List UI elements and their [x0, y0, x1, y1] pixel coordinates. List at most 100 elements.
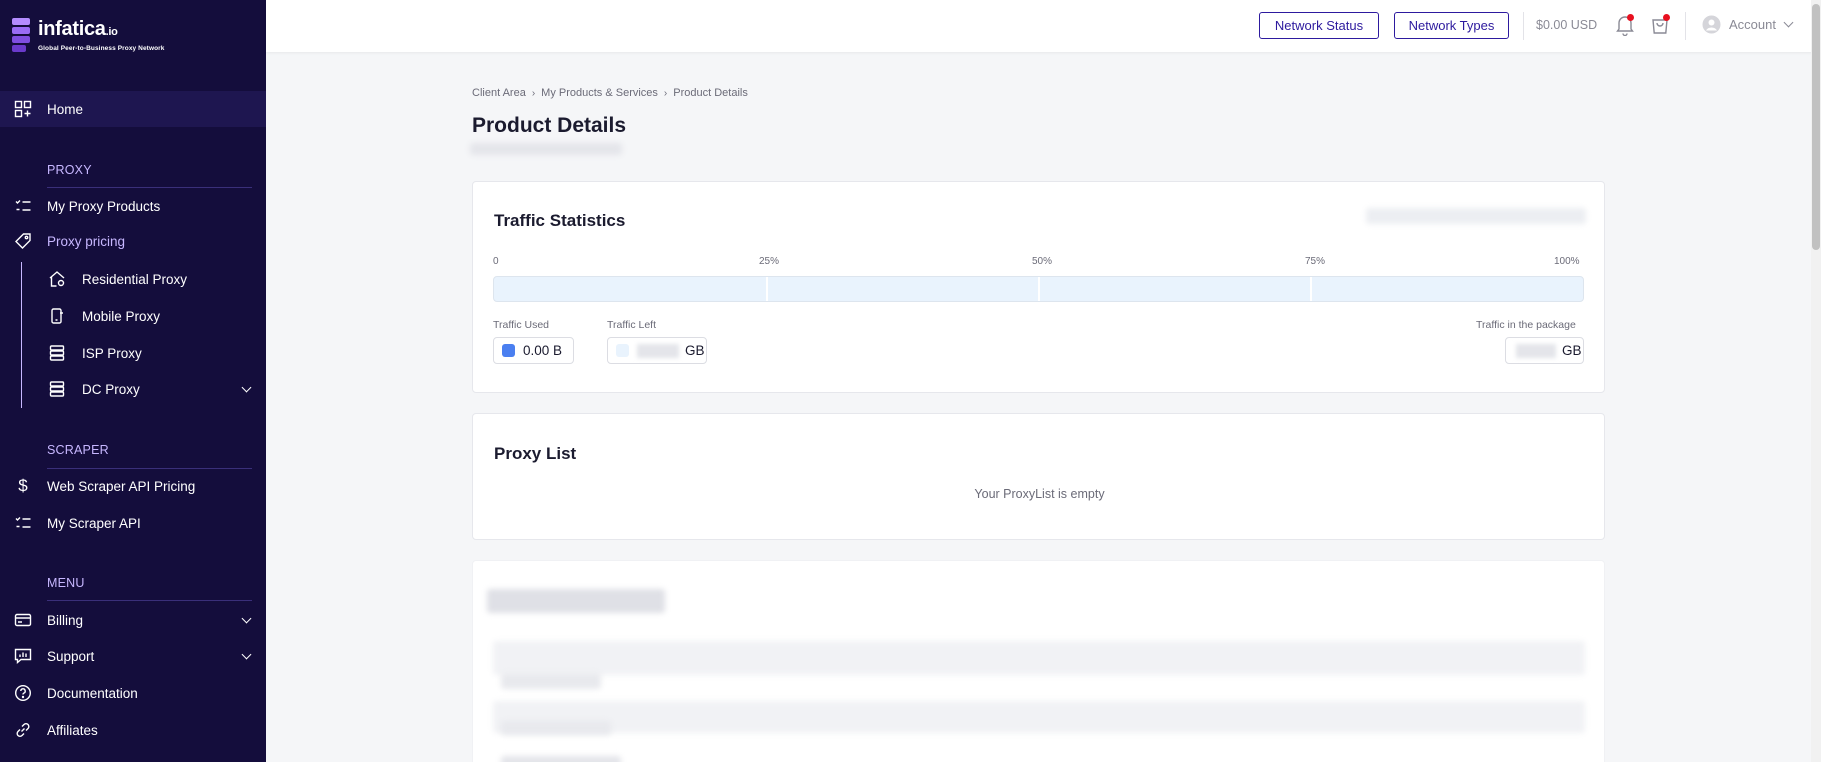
chevron-right-icon: › [663, 87, 668, 99]
traffic-used-box: 0.00 B [493, 337, 574, 364]
dashboard-icon [14, 100, 32, 118]
proxy-list-title: Proxy List [494, 444, 577, 463]
chevron-down-icon [1783, 17, 1794, 28]
traffic-left-swatch [616, 344, 629, 357]
sidebar-item-label: My Proxy Products [47, 198, 161, 214]
notification-dot [1627, 14, 1634, 21]
top-header: Network Status Network Types $0.00 USD A… [266, 0, 1821, 52]
blurred-row [501, 673, 601, 689]
network-types-button[interactable]: Network Types [1394, 12, 1509, 39]
card-icon [14, 611, 32, 629]
page-title: Product Details [472, 114, 627, 137]
section-divider [47, 600, 252, 601]
scale-label: 25% [759, 256, 780, 267]
notification-dot [1663, 14, 1670, 21]
chevron-right-icon: › [531, 87, 536, 99]
brand-name: infatica.io [38, 18, 118, 40]
header-divider [1685, 12, 1686, 40]
avatar-icon [1702, 15, 1721, 34]
breadcrumb-product-details: Product Details [673, 87, 748, 99]
sidebar-item-dc-proxy[interactable]: DC Proxy [0, 371, 266, 407]
sidebar-item-label: My Scraper API [47, 515, 141, 531]
bell-icon[interactable] [1615, 14, 1637, 37]
traffic-package-label: Traffic in the package [1476, 319, 1576, 331]
sidebar-item-label: ISP Proxy [82, 345, 142, 361]
sidebar-item-my-scraper-api[interactable]: My Scraper API [0, 505, 266, 541]
section-title-menu: MENU [47, 576, 85, 590]
server-icon [48, 380, 66, 398]
sidebar-item-documentation[interactable]: Documentation [0, 675, 266, 711]
blurred-value [637, 343, 679, 358]
balance-display[interactable]: $0.00 USD [1536, 18, 1597, 32]
cart-icon[interactable] [1650, 14, 1672, 36]
traffic-used-label: Traffic Used [493, 319, 550, 331]
blurred-heading [487, 589, 665, 613]
server-icon [48, 344, 66, 362]
breadcrumb-client-area[interactable]: Client Area [472, 87, 526, 99]
sidebar-item-label: DC Proxy [82, 381, 140, 397]
sidebar-item-affiliates[interactable]: Affiliates [0, 712, 266, 748]
breadcrumb-my-products[interactable]: My Products & Services [541, 87, 658, 99]
sidebar-item-label: Documentation [47, 685, 138, 701]
house-icon [48, 270, 66, 288]
bar-divider [1310, 277, 1312, 301]
blurred-subtitle [470, 143, 622, 155]
section-title-proxy: PROXY [47, 163, 92, 177]
sidebar-item-proxy-pricing[interactable]: Proxy pricing [0, 223, 266, 259]
account-label: Account [1729, 17, 1776, 32]
sidebar-item-label: Residential Proxy [82, 271, 188, 287]
sidebar-item-label: Affiliates [47, 722, 98, 738]
sidebar-item-home[interactable]: Home [0, 91, 266, 127]
bar-divider [766, 277, 768, 301]
sidebar-item-label: Proxy pricing [47, 233, 126, 249]
header-divider [1523, 12, 1524, 40]
network-status-button[interactable]: Network Status [1259, 12, 1379, 39]
sidebar: infatica.io Global Peer-to-Business Prox… [0, 0, 266, 762]
scale-label: 50% [1032, 256, 1053, 267]
blurred-row [493, 701, 1585, 733]
blurred-period [1366, 208, 1586, 224]
sidebar-item-support[interactable]: Support [0, 638, 266, 674]
blurred-card [472, 560, 1605, 762]
bar-divider [1038, 277, 1040, 301]
scale-label: 75% [1305, 256, 1326, 267]
traffic-progress-bar [493, 276, 1584, 302]
traffic-package-box: GB [1505, 337, 1584, 364]
sidebar-item-my-proxy-products[interactable]: My Proxy Products [0, 188, 266, 224]
blurred-row [493, 641, 1585, 675]
blurred-row [501, 756, 621, 762]
blurred-value [1516, 343, 1556, 358]
tag-icon [14, 232, 32, 250]
sidebar-item-label: Home [47, 101, 84, 117]
traffic-statistics-title: Traffic Statistics [494, 211, 626, 230]
list-icon [14, 197, 32, 215]
traffic-package-unit: GB [1562, 343, 1582, 358]
scale-label: 0 [493, 256, 499, 267]
sidebar-item-isp-proxy[interactable]: ISP Proxy [0, 335, 266, 371]
list-icon [14, 514, 32, 532]
scale-label: 100% [1554, 256, 1580, 267]
page-scrollbar[interactable] [1811, 0, 1821, 762]
sidebar-item-mobile-proxy[interactable]: Mobile Proxy [0, 298, 266, 334]
traffic-used-value: 0.00 B [523, 343, 563, 358]
blurred-row [501, 721, 611, 735]
scrollbar-thumb[interactable] [1812, 4, 1820, 250]
traffic-left-unit: GB [685, 343, 705, 358]
chevron-down-icon [241, 613, 252, 624]
sidebar-item-web-scraper-api-pricing[interactable]: $ Web Scraper API Pricing [0, 468, 266, 504]
sidebar-item-billing[interactable]: Billing [0, 602, 266, 638]
traffic-used-swatch [502, 344, 515, 357]
mobile-icon [48, 307, 66, 325]
account-menu[interactable]: Account [1702, 15, 1794, 34]
help-icon [14, 684, 32, 702]
traffic-left-label: Traffic Left [607, 319, 657, 331]
proxy-list-empty-message: Your ProxyList is empty [974, 487, 1105, 501]
dollar-icon: $ [18, 476, 28, 495]
chevron-down-icon [241, 649, 252, 660]
sidebar-item-residential-proxy[interactable]: Residential Proxy [0, 261, 266, 297]
proxy-list-card: Proxy List Your ProxyList is empty [472, 413, 1605, 540]
brand-logo[interactable]: infatica.io Global Peer-to-Business Prox… [12, 18, 165, 52]
support-icon [14, 647, 32, 665]
link-icon [14, 721, 32, 739]
traffic-left-box: GB [607, 337, 707, 364]
